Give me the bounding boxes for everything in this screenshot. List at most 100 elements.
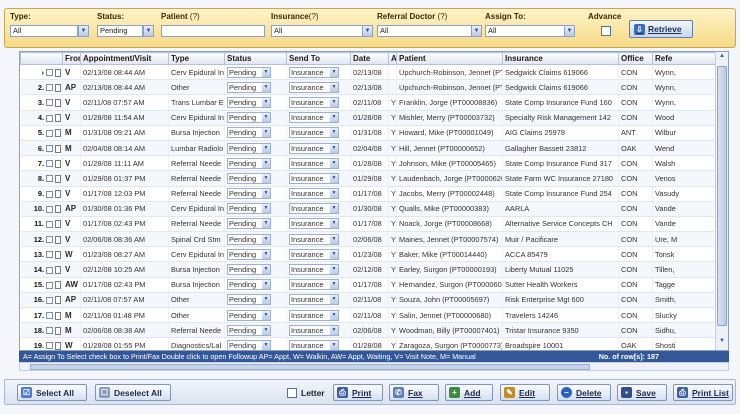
chevron-down-icon[interactable]: ▼	[330, 219, 338, 229]
send-to-cell[interactable]: Insurance ▼	[286, 246, 351, 263]
table-row[interactable]: 15. AW 01/17/08 02:43 PM Bursa Injection Pen…	[20, 277, 717, 293]
row-checkbox[interactable]	[46, 220, 53, 228]
send-to-cell[interactable]: Insurance ▼	[286, 125, 351, 141]
col-header[interactable]: From	[62, 52, 81, 65]
status-dropdown[interactable]: Pending ▼	[227, 248, 271, 260]
row-checkbox[interactable]	[46, 190, 53, 198]
table-row[interactable]: 4. V 01/28/08 11:54 AM Cerv Epidural In Pend…	[20, 110, 717, 126]
send-to-dropdown[interactable]: Insurance ▼	[289, 218, 339, 230]
status-dropdown[interactable]: Pending ▼	[227, 324, 271, 336]
row-checkbox[interactable]	[46, 266, 53, 274]
document-icon[interactable]	[55, 98, 61, 107]
status-cell[interactable]: Pending ▼	[224, 277, 287, 293]
chevron-down-icon[interactable]: ▼	[262, 234, 270, 244]
table-row[interactable]: 7. V 01/28/08 11:11 AM Referral Neede Pendin…	[20, 155, 717, 172]
chevron-down-icon[interactable]: ▼	[330, 128, 338, 138]
advance-checkbox[interactable]	[601, 26, 611, 36]
row-checkbox[interactable]	[46, 236, 53, 244]
save-button[interactable]: ▪ Save	[617, 384, 667, 401]
send-to-dropdown[interactable]: Insurance ▼	[289, 188, 339, 200]
send-to-dropdown[interactable]: Insurance ▼	[289, 309, 339, 321]
row-select-cell[interactable]: 10.	[20, 201, 63, 217]
document-icon[interactable]	[55, 220, 61, 229]
chevron-down-icon[interactable]: ▼	[262, 204, 270, 214]
send-to-dropdown[interactable]: Insurance ▼	[289, 127, 339, 139]
document-icon[interactable]	[55, 296, 61, 305]
document-icon[interactable]	[55, 159, 61, 168]
chevron-down-icon[interactable]: ▼	[262, 128, 270, 138]
send-to-dropdown[interactable]: Insurance ▼	[289, 248, 339, 260]
row-select-cell[interactable]: 18.	[20, 322, 63, 339]
status-dropdown[interactable]: Pending ▼	[227, 188, 271, 200]
send-to-dropdown[interactable]: Insurance ▼	[289, 339, 339, 350]
send-to-dropdown[interactable]: Insurance ▼	[289, 66, 339, 78]
chevron-down-icon[interactable]: ▼	[262, 173, 270, 183]
row-checkbox[interactable]	[46, 327, 53, 335]
document-icon[interactable]	[55, 68, 61, 77]
delete-button[interactable]: – Delete	[557, 384, 611, 401]
send-to-cell[interactable]: Insurance ▼	[286, 79, 351, 96]
row-select-cell[interactable]: 6.	[20, 140, 63, 157]
send-to-dropdown[interactable]: Insurance ▼	[289, 142, 339, 154]
scroll-thumb[interactable]	[717, 66, 727, 326]
row-select-cell[interactable]: 14.	[20, 261, 63, 278]
table-row[interactable]: 13. W 01/23/08 08:27 AM Cerv Epidural In Pen…	[20, 246, 717, 263]
status-cell[interactable]: Pending ▼	[224, 94, 287, 111]
chevron-down-icon[interactable]: ▼	[262, 143, 270, 153]
table-row[interactable]: 8. V 01/29/08 01:37 PM Referral Neede Pendin…	[20, 170, 717, 187]
table-row[interactable]: 14. V 02/12/08 10:25 AM Bursa Injection Pend…	[20, 261, 717, 278]
send-to-dropdown[interactable]: Insurance ▼	[289, 203, 339, 215]
row-checkbox[interactable]	[46, 160, 53, 168]
status-cell[interactable]: Pending ▼	[224, 170, 287, 187]
document-icon[interactable]	[55, 205, 61, 214]
type-select[interactable]: All	[10, 25, 78, 37]
letter-checkbox[interactable]	[287, 388, 297, 398]
status-cell[interactable]: Pending ▼	[224, 261, 287, 278]
chevron-down-icon[interactable]: ▼	[262, 158, 270, 168]
col-header[interactable]: A	[388, 52, 397, 65]
send-to-cell[interactable]: Insurance ▼	[286, 94, 351, 111]
status-dropdown[interactable]: Pending ▼	[227, 339, 271, 350]
chevron-down-icon[interactable]: ▼	[471, 25, 482, 37]
status-cell[interactable]: Pending ▼	[224, 322, 287, 339]
send-to-cell[interactable]: Insurance ▼	[286, 155, 351, 172]
row-select-cell[interactable]: ›	[20, 64, 63, 81]
chevron-down-icon[interactable]: ▼	[262, 97, 270, 107]
status-cell[interactable]: Pending ▼	[224, 231, 287, 248]
row-checkbox[interactable]	[46, 296, 53, 304]
patient-input[interactable]	[161, 25, 265, 37]
table-row[interactable]: 10. AP 01/30/08 01:36 PM Cerv Epidural In Pe…	[20, 201, 717, 217]
status-dropdown[interactable]: Pending ▼	[227, 172, 271, 184]
chevron-down-icon[interactable]: ▼	[330, 173, 338, 183]
chevron-down-icon[interactable]: ▼	[330, 82, 338, 92]
chevron-down-icon[interactable]: ▼	[262, 295, 270, 305]
status-dropdown[interactable]: Pending ▼	[227, 264, 271, 276]
send-to-cell[interactable]: Insurance ▼	[286, 261, 351, 278]
edit-button[interactable]: ✎ Edit	[500, 384, 550, 401]
row-select-cell[interactable]: 17.	[20, 307, 63, 324]
send-to-dropdown[interactable]: Insurance ▼	[289, 264, 339, 276]
scroll-down-icon[interactable]: ▼	[717, 338, 727, 349]
status-cell[interactable]: Pending ▼	[224, 125, 287, 141]
status-dropdown[interactable]: Pending ▼	[227, 279, 271, 291]
table-row[interactable]: 17. M 02/11/08 01:48 PM Other Pending ▼ Insura…	[20, 307, 717, 324]
col-header[interactable]: Date	[350, 52, 389, 65]
col-header[interactable]: Office	[618, 52, 653, 65]
row-select-cell[interactable]: 11.	[20, 216, 63, 233]
status-cell[interactable]: Pending ▼	[224, 216, 287, 233]
status-dropdown[interactable]: Pending ▼	[227, 112, 271, 124]
document-icon[interactable]	[55, 129, 61, 138]
status-dropdown[interactable]: Pending ▼	[227, 233, 271, 245]
scroll-up-icon[interactable]: ▲	[717, 53, 727, 64]
row-select-cell[interactable]: 7.	[20, 155, 63, 172]
document-icon[interactable]	[55, 190, 61, 199]
document-icon[interactable]	[55, 114, 61, 123]
send-to-cell[interactable]: Insurance ▼	[286, 277, 351, 293]
table-row[interactable]: 5. M 01/31/08 09:21 AM Bursa Injection Pendi…	[20, 125, 717, 141]
chevron-down-icon[interactable]: ▼	[262, 310, 270, 320]
status-cell[interactable]: Pending ▼	[224, 307, 287, 324]
col-header[interactable]: Appointment/Visit	[80, 52, 169, 65]
status-select[interactable]: Pending	[97, 25, 143, 37]
chevron-down-icon[interactable]: ▼	[330, 295, 338, 305]
send-to-cell[interactable]: Insurance ▼	[286, 337, 351, 350]
